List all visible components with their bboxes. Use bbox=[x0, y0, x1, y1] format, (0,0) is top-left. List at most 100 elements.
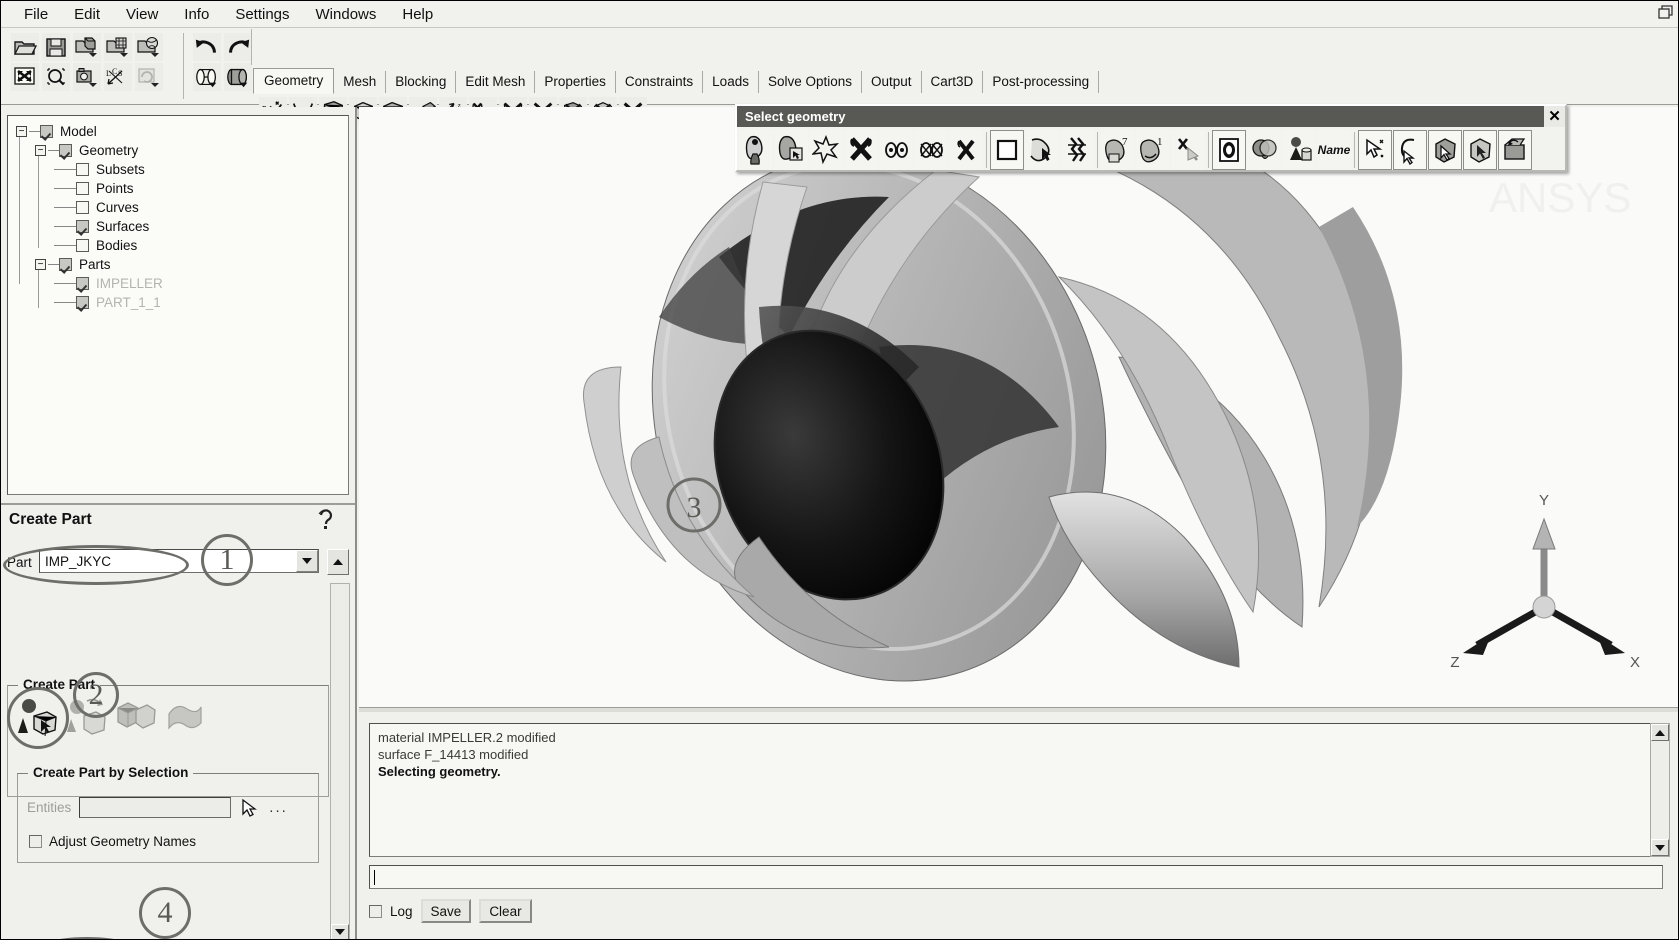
save-disk-icon[interactable] bbox=[42, 33, 70, 61]
menu-settings[interactable]: Settings bbox=[222, 4, 302, 25]
tree-checkbox-impeller[interactable] bbox=[76, 277, 89, 290]
message-log[interactable]: material IMPELLER.2 modified surface F_1… bbox=[369, 723, 1653, 857]
wireframe-display-icon[interactable] bbox=[193, 63, 221, 91]
select-items-in-part-icon[interactable] bbox=[774, 129, 808, 170]
select-loop-icon[interactable] bbox=[1393, 129, 1427, 170]
tree-checkbox-geometry[interactable] bbox=[59, 144, 72, 157]
create-part-from-surface-icon[interactable] bbox=[162, 695, 206, 737]
tab-geometry[interactable]: Geometry bbox=[253, 68, 335, 94]
menu-view[interactable]: View bbox=[113, 4, 171, 25]
zoom-icon[interactable] bbox=[42, 63, 70, 91]
toggle-select-icon[interactable] bbox=[949, 129, 983, 170]
log-vertical-scrollbar[interactable] bbox=[1650, 723, 1670, 857]
save-mesh-icon[interactable] bbox=[104, 33, 132, 61]
open-folder-icon[interactable] bbox=[11, 33, 39, 61]
save-picture-icon[interactable] bbox=[73, 63, 101, 91]
select-all-geometry-icon[interactable] bbox=[809, 129, 843, 170]
fit-view-icon[interactable] bbox=[11, 63, 39, 91]
save-geometry-icon[interactable] bbox=[73, 33, 101, 61]
local-coordinate-system-icon[interactable]: L C S bbox=[104, 63, 132, 91]
save-blocking-icon[interactable] bbox=[135, 33, 163, 61]
adjust-geometry-names-checkbox[interactable] bbox=[29, 835, 42, 848]
select-geometry-dialog[interactable]: Select geometry ✕ 7 1 Name bbox=[735, 104, 1567, 172]
create-assembly-icon[interactable] bbox=[64, 695, 108, 737]
select-items-by-number-icon[interactable] bbox=[1060, 129, 1094, 170]
menu-info[interactable]: Info bbox=[171, 4, 222, 25]
tab-solve-options[interactable]: Solve Options bbox=[759, 71, 863, 93]
tree-checkbox-parts[interactable] bbox=[59, 258, 72, 271]
command-input[interactable] bbox=[369, 865, 1663, 889]
tab-constraints[interactable]: Constraints bbox=[616, 71, 704, 93]
deselect-visible-icon[interactable] bbox=[914, 129, 948, 170]
tree-expander-geometry[interactable]: − bbox=[35, 145, 46, 156]
menu-file[interactable]: File bbox=[11, 4, 61, 25]
select-body-icon[interactable] bbox=[1212, 129, 1246, 170]
model-tree[interactable]: − Model − Geometry Subsets Points Curves… bbox=[7, 115, 349, 495]
tab-properties[interactable]: Properties bbox=[535, 71, 616, 93]
tree-checkbox-part-1-1[interactable] bbox=[76, 296, 89, 309]
tree-node-parts[interactable]: − Parts bbox=[12, 255, 344, 274]
tab-post-processing[interactable]: Post-processing bbox=[983, 71, 1100, 93]
close-icon[interactable]: ✕ bbox=[1544, 106, 1565, 127]
select-curve-icon[interactable]: 1 bbox=[1136, 129, 1170, 170]
create-part-by-selection-icon[interactable] bbox=[15, 695, 59, 737]
tree-node-model[interactable]: − Model bbox=[12, 122, 344, 141]
tree-node-points[interactable]: Points bbox=[12, 179, 344, 198]
refresh-icon[interactable] bbox=[135, 63, 163, 91]
part-combo-chevron-down-icon[interactable] bbox=[296, 550, 318, 572]
select-by-name-icon[interactable]: Name bbox=[1317, 129, 1351, 170]
tab-loads[interactable]: Loads bbox=[703, 71, 759, 93]
undo-icon[interactable] bbox=[193, 33, 221, 61]
tree-checkbox-subsets[interactable] bbox=[76, 163, 89, 176]
panel-scroll-up-button[interactable] bbox=[327, 549, 349, 575]
log-scroll-down-button[interactable] bbox=[1651, 839, 1669, 856]
tab-output[interactable]: Output bbox=[862, 71, 922, 93]
dialog-title-bar[interactable]: Select geometry ✕ bbox=[737, 106, 1565, 127]
adjust-geometry-names-row[interactable]: Adjust Geometry Names bbox=[29, 834, 196, 849]
select-by-polygon-icon[interactable] bbox=[1025, 129, 1059, 170]
tree-checkbox-bodies[interactable] bbox=[76, 239, 89, 252]
tree-node-part-1-1[interactable]: PART_1_1 bbox=[12, 293, 344, 312]
entities-input[interactable] bbox=[79, 797, 232, 818]
tree-expander-parts[interactable]: − bbox=[35, 259, 46, 270]
select-visible-icon[interactable] bbox=[879, 129, 913, 170]
select-point-icon[interactable]: 7 bbox=[1101, 129, 1135, 170]
select-part-icon[interactable] bbox=[1282, 129, 1316, 170]
tree-checkbox-curves[interactable] bbox=[76, 201, 89, 214]
select-drag-icon[interactable] bbox=[1498, 129, 1532, 170]
tree-node-bodies[interactable]: Bodies bbox=[12, 236, 344, 255]
tree-node-surfaces[interactable]: Surfaces bbox=[12, 217, 344, 236]
panel-vertical-scrollbar[interactable] bbox=[330, 583, 350, 939]
part-input[interactable] bbox=[40, 552, 290, 570]
log-scroll-up-button[interactable] bbox=[1651, 724, 1669, 741]
window-restore-icon[interactable] bbox=[1656, 4, 1674, 22]
menu-windows[interactable]: Windows bbox=[303, 4, 390, 25]
select-surface-icon[interactable] bbox=[1171, 129, 1205, 170]
panel-scroll-down-button[interactable] bbox=[331, 924, 349, 939]
tree-node-subsets[interactable]: Subsets bbox=[12, 160, 344, 179]
tree-checkbox-surfaces[interactable] bbox=[76, 220, 89, 233]
add-to-part-icon[interactable] bbox=[113, 695, 157, 737]
select-whole-icon[interactable] bbox=[1428, 129, 1462, 170]
viewport-canvas[interactable]: ANSYS 3 Y Z X bbox=[359, 107, 1678, 711]
log-clear-button[interactable]: Clear bbox=[479, 899, 532, 923]
tree-node-geometry[interactable]: − Geometry bbox=[12, 141, 344, 160]
horizontal-splitter[interactable] bbox=[359, 707, 1678, 712]
tree-checkbox-model[interactable] bbox=[40, 125, 53, 138]
arrow-select-icon[interactable] bbox=[239, 798, 261, 818]
tree-expander-model[interactable]: − bbox=[16, 126, 27, 137]
redo-icon[interactable] bbox=[224, 33, 252, 61]
tab-blocking[interactable]: Blocking bbox=[386, 71, 457, 93]
solid-display-icon[interactable] bbox=[224, 63, 252, 91]
tab-cart3d[interactable]: Cart3D bbox=[922, 71, 984, 93]
tab-mesh[interactable]: Mesh bbox=[334, 71, 387, 93]
select-new-icon[interactable] bbox=[1358, 129, 1392, 170]
select-by-box-icon[interactable] bbox=[990, 129, 1024, 170]
part-combo[interactable] bbox=[39, 549, 319, 573]
tree-node-impeller[interactable]: IMPELLER bbox=[12, 274, 344, 293]
select-all-appropriate-icon[interactable] bbox=[739, 129, 773, 170]
more-options-button[interactable]: ... bbox=[269, 799, 288, 816]
tree-node-curves[interactable]: Curves bbox=[12, 198, 344, 217]
tree-checkbox-points[interactable] bbox=[76, 182, 89, 195]
log-checkbox[interactable] bbox=[369, 904, 382, 918]
